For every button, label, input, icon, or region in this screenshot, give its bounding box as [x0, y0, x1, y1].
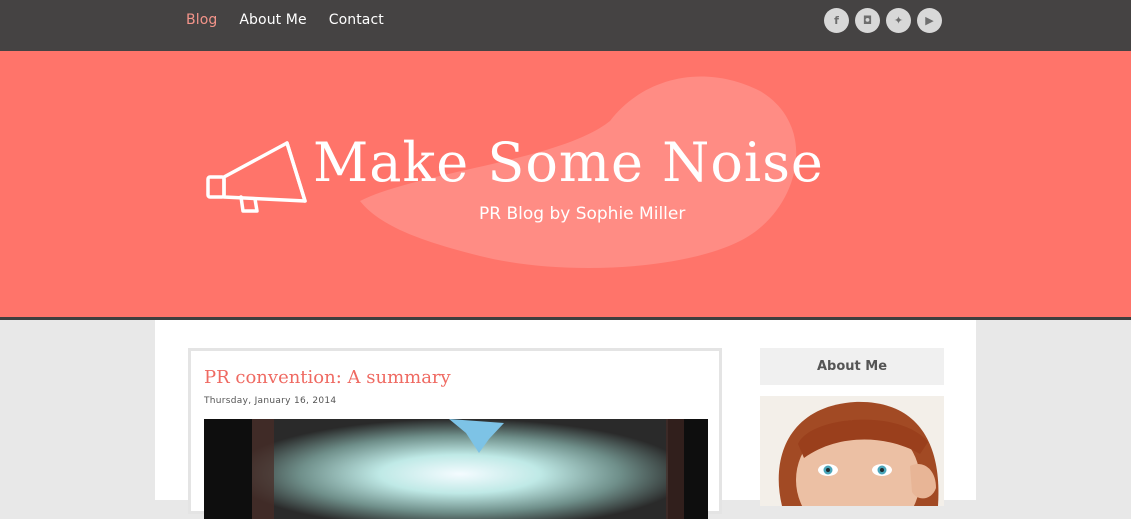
instagram-icon[interactable]: ◘	[855, 8, 880, 33]
nav-contact-link[interactable]: Contact	[329, 12, 384, 28]
hero-banner: Make Some Noise PR Blog by Sophie Miller	[0, 51, 1131, 317]
nav-about-me-link[interactable]: About Me	[239, 12, 306, 28]
main-nav: Blog About Me Contact	[186, 12, 384, 28]
social-links: f ◘ ✦ ▶	[824, 8, 942, 33]
nav-blog-link[interactable]: Blog	[186, 12, 217, 28]
post-featured-image[interactable]	[204, 419, 708, 519]
profile-photo-graphic	[760, 396, 944, 506]
post-date: Thursday, January 16, 2014	[204, 396, 337, 406]
site-tagline: PR Blog by Sophie Miller	[479, 204, 686, 224]
sidebar-about-heading: About Me	[760, 348, 944, 385]
main-content: PR convention: A summary Thursday, Janua…	[155, 320, 976, 519]
post-title-link[interactable]: PR convention: A summary	[204, 367, 451, 388]
post-image-graphic	[204, 419, 708, 519]
blog-post-card: PR convention: A summary Thursday, Janua…	[188, 348, 722, 519]
youtube-icon[interactable]: ▶	[917, 8, 942, 33]
site-title: Make Some Noise	[313, 131, 824, 194]
profile-photo	[760, 396, 944, 506]
facebook-icon[interactable]: f	[824, 8, 849, 33]
twitter-icon[interactable]: ✦	[886, 8, 911, 33]
megaphone-icon	[206, 141, 307, 213]
top-navigation-bar: Blog About Me Contact f ◘ ✦ ▶	[0, 0, 1131, 51]
